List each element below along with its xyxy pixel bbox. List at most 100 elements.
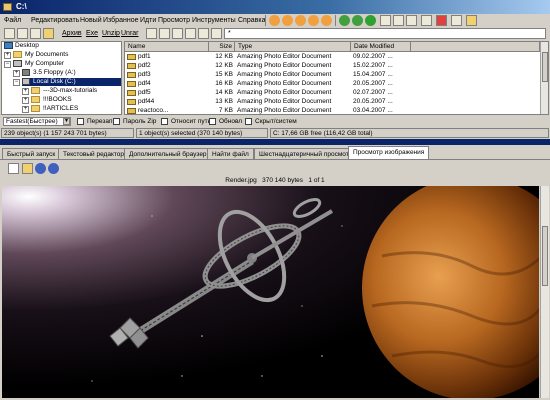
- file-list-scrollbar[interactable]: [540, 42, 548, 114]
- file-row[interactable]: pdf1 12 KB Amazing Photo Editor Document…: [125, 53, 546, 61]
- menu-bar: Файл Редактировать Новый Избранное Идти …: [0, 14, 550, 27]
- view-2-icon[interactable]: [159, 28, 170, 39]
- delete-icon[interactable]: [436, 15, 447, 26]
- toolbar-back-icon[interactable]: [4, 28, 15, 39]
- toolbar-separator: [335, 15, 336, 26]
- menu-view[interactable]: Просмотр: [158, 15, 190, 26]
- file-row[interactable]: pdf44 13 KB Amazing Photo Editor Documen…: [125, 98, 546, 106]
- menu-tools[interactable]: Инструменты: [192, 15, 236, 26]
- folder-icon: [13, 51, 22, 58]
- checkbox-overwrite[interactable]: [77, 118, 84, 125]
- menu-new[interactable]: Новый: [80, 15, 102, 26]
- checkbox-zip-password[interactable]: [113, 118, 120, 125]
- view-6-icon[interactable]: [211, 28, 222, 39]
- menu-help[interactable]: Справка: [238, 15, 265, 26]
- toolbar-forward-icon[interactable]: [17, 28, 28, 39]
- tree-item-local-disk[interactable]: Local Disk (C:): [22, 78, 121, 86]
- status-selected: 1 object(s) selected (370 140 bytes): [136, 128, 268, 138]
- tab-text-editor[interactable]: Текстовый редактор: [58, 148, 130, 159]
- checkbox-relative-path[interactable]: [161, 118, 168, 125]
- checkbox-hidden-system[interactable]: [245, 118, 252, 125]
- compression-select[interactable]: Fastest(Быстрее): [3, 117, 71, 126]
- menu-favorites[interactable]: Избранное: [103, 15, 138, 26]
- floppy-icon: [22, 69, 30, 76]
- checkbox-update[interactable]: [209, 118, 216, 125]
- image-scrollbar[interactable]: [540, 186, 549, 398]
- menu-go[interactable]: Идти: [140, 15, 156, 26]
- folder-icon: [31, 105, 40, 112]
- favorite-1-icon[interactable]: [269, 15, 280, 26]
- up-arrow-icon[interactable]: [365, 15, 376, 26]
- collapse-icon[interactable]: −: [4, 61, 11, 68]
- view-4-icon[interactable]: [185, 28, 196, 39]
- tab-hex-viewer[interactable]: Шестнадцатеричный просмотр: [254, 148, 358, 159]
- menu-edit[interactable]: Редактировать: [31, 15, 79, 26]
- link-exe[interactable]: Exe: [86, 28, 98, 39]
- folder-icon[interactable]: [466, 15, 477, 26]
- tab-find-file[interactable]: Найти файл: [207, 148, 254, 159]
- window-title: C:\: [16, 2, 27, 11]
- disk-icon: [22, 78, 30, 85]
- paste-icon[interactable]: [406, 15, 417, 26]
- column-header-date[interactable]: Date Modified: [351, 42, 411, 52]
- label-relative-path: Относит путь: [171, 118, 212, 125]
- folder-icon: [31, 96, 40, 103]
- favorite-5-icon[interactable]: [321, 15, 332, 26]
- favorite-2-icon[interactable]: [282, 15, 293, 26]
- file-row[interactable]: pdf5 14 KB Amazing Photo Editor Document…: [125, 89, 546, 97]
- new-image-icon[interactable]: [8, 163, 19, 174]
- file-list: Name Size Type Date Modified pdf1 12 KB …: [124, 41, 549, 115]
- file-row[interactable]: pdf2 12 KB Amazing Photo Editor Document…: [125, 62, 546, 70]
- expand-icon[interactable]: +: [22, 106, 29, 113]
- forward-icon[interactable]: [352, 15, 363, 26]
- file-icon: [127, 108, 136, 114]
- next-image-icon[interactable]: [48, 163, 59, 174]
- expand-icon[interactable]: +: [22, 97, 29, 104]
- file-icon: [127, 99, 136, 105]
- space-render-image: [2, 186, 539, 398]
- toolbar-refresh-icon[interactable]: [30, 28, 41, 39]
- view-3-icon[interactable]: [172, 28, 183, 39]
- tab-image-viewer[interactable]: Просмотр изображения: [348, 146, 430, 159]
- new-file-icon[interactable]: [421, 15, 432, 26]
- cut-icon[interactable]: [380, 15, 391, 26]
- column-header-name[interactable]: Name: [125, 42, 209, 52]
- file-row[interactable]: pdf4 16 KB Amazing Photo Editor Document…: [125, 80, 546, 88]
- file-row[interactable]: pdf3 15 KB Amazing Photo Editor Document…: [125, 71, 546, 79]
- toolbar-folder-icon[interactable]: [43, 28, 54, 39]
- scrollbar-thumb[interactable]: [542, 226, 548, 286]
- file-icon: [127, 72, 136, 78]
- chevron-down-icon[interactable]: ▼: [63, 118, 70, 125]
- tab-browser[interactable]: Дополнительный браузер: [124, 148, 212, 159]
- address-input[interactable]: *: [224, 28, 546, 39]
- collapse-icon[interactable]: −: [13, 79, 20, 86]
- file-row[interactable]: reactoco... 7 KB Amazing Photo Editor Do…: [125, 107, 546, 114]
- favorite-4-icon[interactable]: [308, 15, 319, 26]
- expand-icon[interactable]: +: [4, 52, 11, 59]
- menu-file[interactable]: Файл: [4, 15, 21, 26]
- column-header-empty: [411, 42, 540, 52]
- link-unrar[interactable]: Unrar: [121, 28, 139, 39]
- favorite-3-icon[interactable]: [295, 15, 306, 26]
- file-icon: [127, 54, 136, 60]
- view-5-icon[interactable]: [198, 28, 209, 39]
- image-canvas: [2, 186, 539, 398]
- scrollbar-thumb[interactable]: [542, 52, 548, 82]
- folder-tree: Desktop + My Documents − My Computer + 3…: [1, 41, 122, 115]
- link-unzip[interactable]: Unzip: [102, 28, 120, 39]
- computer-icon: [13, 60, 22, 67]
- image-file-info: Render.jpg 370 140 bytes 1 of 1: [225, 177, 325, 184]
- previous-image-icon[interactable]: [35, 163, 46, 174]
- tab-quick-launch[interactable]: Быстрый запуск: [2, 148, 61, 159]
- app-folder-icon: [3, 3, 12, 11]
- expand-icon[interactable]: +: [13, 70, 20, 77]
- view-1-icon[interactable]: [146, 28, 157, 39]
- column-header-type[interactable]: Type: [235, 42, 351, 52]
- column-header-size[interactable]: Size: [209, 42, 235, 52]
- open-image-icon[interactable]: [22, 163, 33, 174]
- properties-icon[interactable]: [451, 15, 462, 26]
- link-archive[interactable]: Архив: [62, 28, 82, 39]
- copy-icon[interactable]: [393, 15, 404, 26]
- back-icon[interactable]: [339, 15, 350, 26]
- expand-icon[interactable]: +: [22, 88, 29, 95]
